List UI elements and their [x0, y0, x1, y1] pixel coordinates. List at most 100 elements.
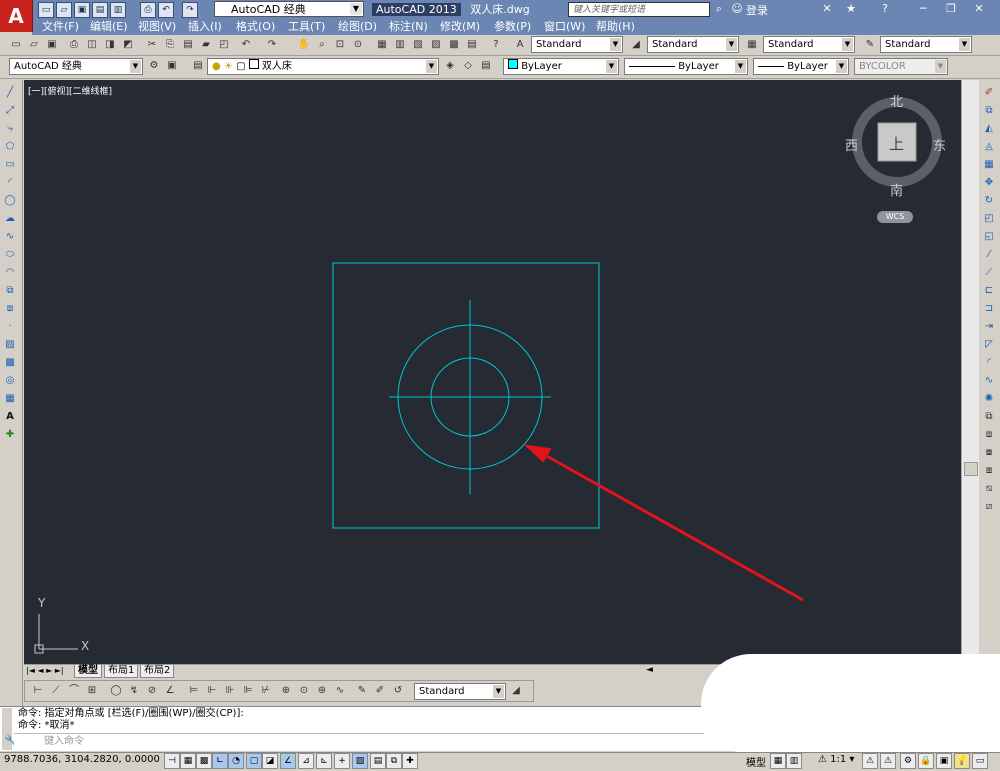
radius-dim-icon[interactable]: ◯	[108, 683, 124, 699]
break-at-point-icon[interactable]: ⊏	[981, 283, 997, 299]
angular-dim-icon[interactable]: ∠	[162, 683, 178, 699]
line-icon[interactable]: ╱	[2, 85, 18, 101]
viewcube-west[interactable]: 西	[845, 135, 858, 154]
plot-icon[interactable]: ⎙	[66, 37, 82, 53]
workspace-switching-icon[interactable]: ⚙	[900, 753, 916, 769]
dim-toolbar-style-select[interactable]: Standard ▼	[414, 683, 506, 700]
dim-edit-icon[interactable]: ✎	[354, 683, 370, 699]
continue-dim-icon[interactable]: ⊪	[222, 683, 238, 699]
match-properties-icon[interactable]: ▰	[198, 37, 214, 53]
undo-icon[interactable]: ↶	[238, 37, 254, 53]
undo-icon[interactable]: ↶	[158, 2, 174, 18]
table-icon[interactable]: ▦	[2, 391, 18, 407]
help-icon[interactable]: ?	[878, 2, 892, 16]
tab-nav-arrows[interactable]: |◄ ◄ ► ►|	[26, 666, 64, 675]
chamfer-icon[interactable]: ◸	[981, 337, 997, 353]
selection-cycling-icon[interactable]: ⧉	[386, 753, 402, 769]
menu-format[interactable]: 格式(O)	[236, 19, 275, 35]
search-icon[interactable]: ⌕	[712, 2, 726, 16]
ellipse-icon[interactable]: ⬭	[2, 247, 18, 263]
infer-constraints-icon[interactable]: ⊣	[164, 753, 180, 769]
fillet-icon[interactable]: ◜	[981, 355, 997, 371]
quick-view-layouts-icon[interactable]: ▦	[770, 753, 786, 769]
grid-display-icon[interactable]: ▩	[196, 753, 212, 769]
ellipse-arc-icon[interactable]: ◠	[2, 265, 18, 281]
menu-tools[interactable]: 工具(T)	[288, 19, 325, 35]
dynamic-ucs-icon[interactable]: ⊿	[298, 753, 314, 769]
tab-layout1[interactable]: 布局1	[104, 665, 139, 678]
login-link[interactable]: 登录	[746, 2, 768, 18]
baseline-dim-icon[interactable]: ⊩	[204, 683, 220, 699]
revision-cloud-icon[interactable]: ☁	[2, 211, 18, 227]
object-snap-tracking-icon[interactable]: ∠	[280, 753, 296, 769]
application-menu-button[interactable]: A	[0, 0, 33, 32]
help-search-input[interactable]: 键入关键字或短语	[568, 2, 710, 17]
quick-dim-icon[interactable]: ⊨	[186, 683, 202, 699]
layer-properties-icon[interactable]: ▤	[190, 58, 206, 74]
minimize-icon[interactable]: ─	[916, 2, 930, 16]
transparency-icon[interactable]: ▨	[352, 753, 368, 769]
close-icon[interactable]: ✕	[972, 2, 986, 16]
array-icon[interactable]: ▦	[981, 157, 997, 173]
open-icon[interactable]: ▱	[26, 37, 42, 53]
restore-icon[interactable]: ❐	[944, 2, 958, 16]
viewcube-north[interactable]: 北	[890, 91, 903, 110]
jogged-dim-icon[interactable]: ↯	[126, 683, 142, 699]
quick-properties-icon[interactable]: ▤	[370, 753, 386, 769]
paste-icon[interactable]: ▤	[180, 37, 196, 53]
workspace-select[interactable]: AutoCAD 经典 ▼	[214, 1, 364, 17]
menu-edit[interactable]: 编辑(E)	[90, 19, 128, 35]
viewcube-east[interactable]: 东	[933, 135, 946, 154]
aligned-dim-icon[interactable]: ⟋	[48, 683, 64, 699]
insert-block-icon[interactable]: ⧉	[2, 283, 18, 299]
menu-view[interactable]: 视图(V)	[138, 19, 176, 35]
dim-space-icon[interactable]: ⊫	[240, 683, 256, 699]
text-front-icon[interactable]: ⧄	[981, 499, 997, 515]
viewcube-south[interactable]: 南	[890, 180, 903, 199]
make-current-layer-icon[interactable]: ◈	[442, 58, 458, 74]
publish-icon[interactable]: ◨	[102, 37, 118, 53]
mleader-style-select[interactable]: Standard ▼	[880, 36, 972, 53]
copy-icon[interactable]: ⎘	[162, 37, 178, 53]
design-center-icon[interactable]: ▥	[392, 37, 408, 53]
polygon-icon[interactable]: ⬠	[2, 139, 18, 155]
plot-preview-icon[interactable]: ◫	[84, 37, 100, 53]
annotation-visibility-icon[interactable]: ⚠	[862, 753, 878, 769]
multiline-text-icon[interactable]: A	[2, 409, 18, 425]
markup-icon[interactable]: ▩	[446, 37, 462, 53]
text-style-icon[interactable]: A	[512, 37, 528, 53]
isolate-objects-icon[interactable]: 💡	[954, 753, 970, 769]
send-to-back-icon[interactable]: ⧇	[981, 445, 997, 461]
extend-icon[interactable]: ⟋	[981, 265, 997, 281]
properties-icon[interactable]: ▦	[374, 37, 390, 53]
annotation-scale[interactable]: ⚠ 1:1 ▾	[818, 754, 854, 765]
wcs-menu[interactable]: WCS	[877, 211, 913, 223]
exchange-icon[interactable]: ✕	[820, 2, 834, 16]
menu-dimension[interactable]: 标注(N)	[389, 19, 428, 35]
workspace-settings-icon[interactable]: ⚙	[146, 58, 162, 74]
join-icon[interactable]: ⇥	[981, 319, 997, 335]
dim-break-icon[interactable]: ⊬	[258, 683, 274, 699]
redo-icon[interactable]: ↷	[264, 37, 280, 53]
menu-window[interactable]: 窗口(W)	[544, 19, 585, 35]
menu-help[interactable]: 帮助(H)	[596, 19, 635, 35]
zoom-realtime-icon[interactable]: ⌕	[314, 37, 330, 53]
clean-screen-icon[interactable]: ▭	[972, 753, 988, 769]
horizontal-scroll-left-icon[interactable]: ◄	[646, 665, 653, 675]
pan-icon[interactable]: ✋	[296, 37, 312, 53]
mirror-icon[interactable]: ◭	[981, 121, 997, 137]
stretch-icon[interactable]: ◱	[981, 229, 997, 245]
hatch-icon[interactable]: ▨	[2, 337, 18, 353]
bring-to-front-icon[interactable]: ⧈	[981, 427, 997, 443]
explode-icon[interactable]: ✺	[981, 391, 997, 407]
annotation-monitor-icon[interactable]: ✚	[402, 753, 418, 769]
ortho-mode-icon[interactable]: ∟	[212, 753, 228, 769]
add-selected-icon[interactable]: ✚	[2, 427, 18, 443]
text-style-select[interactable]: Standard ▼	[531, 36, 623, 53]
quick-view-drawings-icon[interactable]: ▥	[786, 753, 802, 769]
rotate-icon[interactable]: ↻	[981, 193, 997, 209]
diameter-dim-icon[interactable]: ⊘	[144, 683, 160, 699]
zoom-previous-icon[interactable]: ⊙	[350, 37, 366, 53]
copy-object-icon[interactable]: ⧉	[981, 103, 997, 119]
region-icon[interactable]: ◎	[2, 373, 18, 389]
